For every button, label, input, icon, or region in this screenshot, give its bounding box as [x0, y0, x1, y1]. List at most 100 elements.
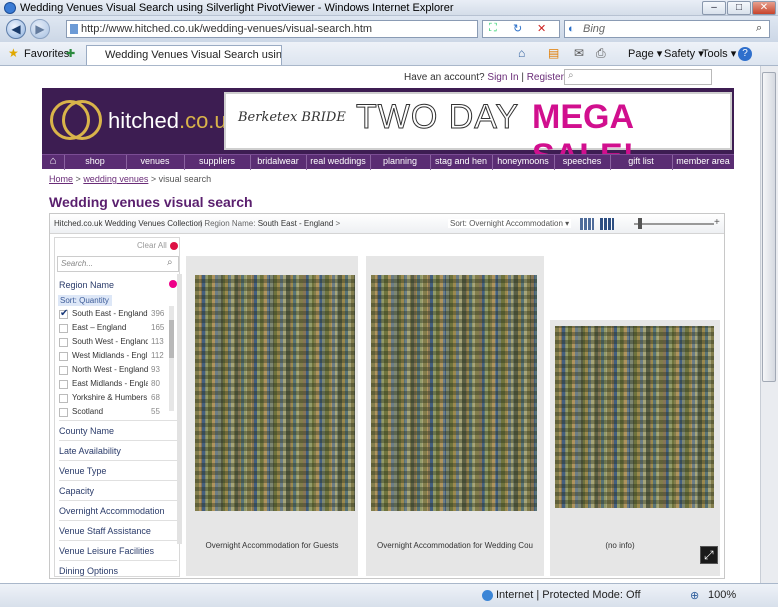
- clear-all-icon[interactable]: [170, 242, 178, 250]
- venue-thumbnail-grid[interactable]: [371, 275, 537, 511]
- facet-venue-type[interactable]: Venue Type: [59, 460, 177, 480]
- print-icon[interactable]: ⎙: [596, 46, 606, 61]
- breadcrumb-venues[interactable]: wedding venues: [83, 174, 148, 184]
- facet-clear-icon[interactable]: [169, 280, 177, 288]
- zoom-in-icon[interactable]: +: [714, 217, 720, 228]
- breadcrumb-home[interactable]: Home: [49, 174, 73, 184]
- breadcrumb-separator: >: [75, 174, 81, 184]
- nav-item-member-area[interactable]: member area: [672, 156, 734, 166]
- checkbox[interactable]: [59, 380, 68, 389]
- venue-thumbnail-grid[interactable]: [555, 326, 714, 508]
- filter-search-input[interactable]: Search...: [57, 256, 179, 272]
- nav-item-planning[interactable]: planning: [370, 156, 430, 166]
- info-panel-icon[interactable]: ⤢: [700, 546, 718, 564]
- region-label: Yorkshire & Humbers: [72, 393, 148, 402]
- page-menu[interactable]: Page ▾: [628, 46, 662, 62]
- site-logo[interactable]: hitched.co.uk: [108, 108, 238, 134]
- compat-icon[interactable]: ⛶: [489, 22, 497, 35]
- histogram-view-icon[interactable]: [600, 218, 614, 230]
- nav-item-bridalwear[interactable]: bridalwear: [250, 156, 306, 166]
- page-scrollbar-thumb[interactable]: [762, 72, 776, 382]
- refresh-icon[interactable]: ↻: [513, 22, 522, 35]
- forward-button[interactable]: ▶: [30, 19, 50, 39]
- help-icon[interactable]: ?: [738, 47, 752, 61]
- venue-thumbnail-grid[interactable]: [195, 275, 355, 511]
- facet-venue-leisure-facilities[interactable]: Venue Leisure Facilities: [59, 540, 177, 560]
- facet-sort-quantity[interactable]: Sort: Quantity: [58, 295, 112, 306]
- facet-region-name[interactable]: Region Name: [59, 280, 114, 290]
- checkbox[interactable]: [59, 408, 68, 417]
- nav-item-venues[interactable]: venues: [126, 156, 184, 166]
- column-label[interactable]: Overnight Accommodation for Wedding Cou: [366, 541, 544, 550]
- region-item[interactable]: East – England 165: [59, 322, 169, 336]
- region-count: 55: [151, 407, 160, 416]
- nav-item-honeymoons[interactable]: honeymoons: [492, 156, 554, 166]
- checkbox[interactable]: [59, 324, 68, 333]
- region-list-scroll-thumb[interactable]: [169, 320, 174, 358]
- sign-in-link[interactable]: Sign In: [487, 72, 518, 83]
- checkbox[interactable]: [59, 338, 68, 347]
- checkbox[interactable]: [59, 394, 68, 403]
- facet-overnight-accommodation[interactable]: Overnight Accommodation: [59, 500, 177, 520]
- region-item[interactable]: East Midlands - Engla 80: [59, 378, 169, 392]
- nav-item-suppliers[interactable]: suppliers: [184, 156, 250, 166]
- browser-tab[interactable]: Wedding Venues Visual Search using Silve…: [86, 45, 282, 65]
- checkbox[interactable]: [59, 366, 68, 375]
- zoom-level[interactable]: 100%: [708, 589, 736, 601]
- safety-menu[interactable]: Safety ▾: [664, 46, 704, 62]
- site-search-input[interactable]: ⌕: [564, 69, 712, 85]
- url-field[interactable]: http://www.hitched.co.uk/wedding-venues/…: [66, 20, 478, 38]
- window-titlebar: Wedding Venues Visual Search using Silve…: [0, 0, 778, 16]
- zoom-slider[interactable]: [634, 223, 714, 225]
- favorites-button[interactable]: Favorites: [24, 46, 69, 62]
- facet-county-name[interactable]: County Name: [59, 420, 177, 440]
- advert-banner[interactable]: Berketex BRIDE TWO DAY MEGA SALE!: [224, 92, 732, 175]
- facet-venue-staff-assistance[interactable]: Venue Staff Assistance: [59, 520, 177, 540]
- region-item[interactable]: West Midlands - Engl 112: [59, 350, 169, 364]
- region-item[interactable]: ✔ South East - England 396: [59, 308, 169, 322]
- mail-icon[interactable]: ✉: [574, 46, 584, 60]
- site-search-icon: ⌕: [568, 70, 574, 81]
- column-label[interactable]: (no info): [550, 541, 690, 550]
- nav-home-icon[interactable]: ⌂: [42, 155, 64, 167]
- site-nav: ⌂ shop venues suppliers bridalwear real …: [42, 154, 734, 170]
- filter-panel: Clear All Search... ⌕ Region Name Sort: …: [54, 237, 180, 577]
- nav-item-stag-and-hen[interactable]: stag and hen: [430, 156, 492, 166]
- feeds-icon[interactable]: ▤: [548, 46, 559, 60]
- add-favorite-icon[interactable]: ✚: [66, 47, 75, 60]
- nav-item-real-weddings[interactable]: real weddings: [306, 156, 370, 166]
- facet-late-availability[interactable]: Late Availability: [59, 440, 177, 460]
- checkbox[interactable]: [59, 352, 68, 361]
- filter-breadcrumb[interactable]: | Region Name: South East - England >: [200, 219, 340, 228]
- checkbox-checked-icon[interactable]: ✔: [59, 309, 68, 319]
- filter-panel-scrollbar[interactable]: [177, 274, 182, 544]
- maximize-button[interactable]: □: [727, 1, 751, 15]
- close-window-button[interactable]: ✕: [752, 1, 776, 15]
- facet-dining-options[interactable]: Dining Options: [59, 560, 177, 576]
- region-item[interactable]: Yorkshire & Humbers 68: [59, 392, 169, 406]
- nav-item-gift-list[interactable]: gift list: [610, 156, 672, 166]
- minimize-button[interactable]: –: [702, 1, 726, 15]
- security-zone[interactable]: Internet | Protected Mode: Off: [496, 589, 641, 601]
- nav-item-speeches[interactable]: speeches: [554, 156, 610, 166]
- back-button[interactable]: ◀: [6, 19, 26, 39]
- region-item[interactable]: North West - England 93: [59, 364, 169, 378]
- site-header: hitched.co.uk Berketex BRIDE TWO DAY MEG…: [42, 88, 734, 175]
- search-icon[interactable]: ⌕: [756, 22, 762, 35]
- favorites-bar: ★ Favorites ✚ Wedding Venues Visual Sear…: [0, 42, 778, 66]
- clear-all-button[interactable]: Clear All: [137, 241, 167, 250]
- region-count: 80: [151, 379, 160, 388]
- tools-menu[interactable]: Tools ▾: [702, 46, 736, 62]
- grid-view-icon[interactable]: [580, 218, 594, 230]
- stop-icon[interactable]: ✕: [537, 22, 546, 35]
- register-link[interactable]: Register: [527, 72, 564, 83]
- region-item[interactable]: South West - England 113: [59, 336, 169, 350]
- column-label[interactable]: Overnight Accommodation for Guests: [186, 541, 358, 550]
- nav-item-shop[interactable]: shop: [64, 156, 126, 166]
- facet-capacity[interactable]: Capacity: [59, 480, 177, 500]
- home-icon[interactable]: ⌂: [518, 46, 525, 60]
- sort-dropdown[interactable]: Sort: Overnight Accommodation ▾: [448, 219, 572, 228]
- zoom-slider-handle[interactable]: [638, 218, 642, 229]
- region-item[interactable]: Scotland 55: [59, 406, 169, 420]
- search-box[interactable]: Bing: [564, 20, 770, 38]
